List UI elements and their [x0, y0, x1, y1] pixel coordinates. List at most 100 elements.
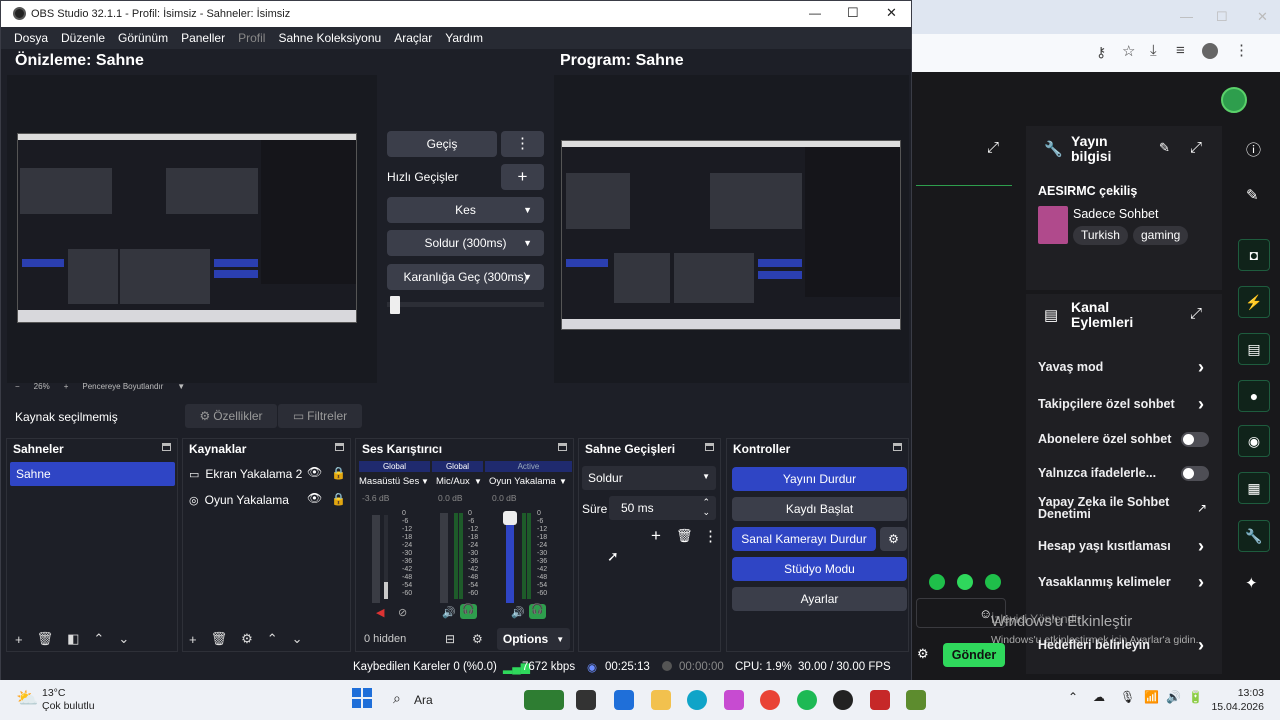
maximize-button[interactable]: ☐ — [847, 5, 859, 21]
close-button[interactable]: ✕ — [886, 5, 897, 21]
password-key-icon[interactable]: ⚷ — [1096, 44, 1106, 61]
move-down-icon[interactable]: ⌄ — [292, 631, 303, 647]
taskbar-search[interactable]: Ara — [414, 693, 433, 707]
info-icon[interactable]: ⓘ — [1246, 139, 1261, 160]
action-set-goals[interactable]: Hedefleri belirleyin — [1038, 638, 1208, 652]
chat-button[interactable]: ● — [1238, 380, 1270, 412]
dock-popout-icon[interactable] — [893, 443, 902, 451]
remove-scene-icon[interactable]: 🗑 — [37, 631, 54, 647]
move-up-icon[interactable]: ⌃ — [267, 631, 278, 647]
dock-popout-icon[interactable] — [162, 443, 171, 451]
menu-help[interactable]: Yardım — [445, 31, 483, 45]
spinner-arrows-icon[interactable]: ⌃ ⌄ — [702, 497, 710, 517]
fit-to-window-label[interactable]: Pencereye Boyutlandır — [82, 382, 163, 391]
chat-settings-gear-icon[interactable]: ⚙ — [917, 646, 929, 662]
speaker-icon[interactable]: 🔊 — [511, 606, 525, 619]
dock-popout-icon[interactable] — [705, 443, 714, 451]
scene-item[interactable]: Sahne — [10, 462, 175, 486]
clip-button[interactable]: ◘ — [1238, 239, 1270, 271]
battery-icon[interactable]: 🔋 — [1188, 690, 1203, 704]
widgets-app-icon[interactable] — [524, 690, 564, 710]
chevron-right-icon[interactable]: › — [1198, 357, 1204, 378]
browser-menu-icon[interactable]: ⋮ — [1234, 41, 1249, 59]
quick-transition-fade-to-black[interactable]: Karanlığa Geç (300ms) ▼ — [387, 264, 544, 290]
dock-popout-icon[interactable] — [558, 443, 567, 451]
tag-chip[interactable]: gaming — [1133, 226, 1189, 245]
quick-transition-fade[interactable]: Soldur (300ms) ▼ — [387, 230, 544, 256]
browser-maximize-icon[interactable]: ☐ — [1216, 9, 1228, 25]
minimize-button[interactable]: — — [809, 6, 821, 20]
lock-icon[interactable]: 🔒 — [331, 466, 346, 480]
monitor-off-icon[interactable]: ⊘ — [398, 606, 407, 619]
broadcast-button[interactable]: ◉ — [1238, 425, 1270, 457]
menu-file[interactable]: Dosya — [14, 31, 48, 45]
scene-filters-icon[interactable]: ◧ — [67, 631, 79, 647]
channel-name[interactable]: Mic/Aux — [436, 476, 470, 487]
windows-start-icon[interactable] — [352, 688, 372, 708]
notes-button[interactable]: ▤ — [1238, 333, 1270, 365]
copilot-icon[interactable] — [724, 690, 744, 710]
action-slow-mode[interactable]: Yavaş mod — [1038, 360, 1208, 374]
edge-browser-icon[interactable] — [687, 690, 707, 710]
subs-only-toggle[interactable] — [1181, 432, 1209, 447]
task-view-icon[interactable] — [576, 690, 596, 710]
tag-chip[interactable]: Turkish — [1073, 226, 1128, 245]
remove-source-icon[interactable]: 🗑 — [211, 631, 228, 647]
menu-view[interactable]: Görünüm — [118, 31, 168, 45]
emote-icon[interactable] — [929, 574, 945, 590]
zoom-in-button[interactable]: + — [64, 382, 69, 391]
send-chat-button[interactable]: Gönder — [943, 643, 1005, 667]
action-followers-only[interactable]: Takipçilere özel sohbet — [1038, 397, 1208, 411]
hidden-count[interactable]: 0 hidden — [364, 633, 406, 645]
layout-button[interactable]: ▦ — [1238, 472, 1270, 504]
add-transition-icon[interactable]: + — [651, 526, 661, 546]
tray-chevron-icon[interactable]: ⌃ — [1068, 690, 1078, 704]
transition-slider[interactable] — [387, 302, 544, 307]
fader-handle[interactable] — [503, 511, 517, 525]
volume-fader[interactable] — [372, 515, 380, 603]
source-properties-gear-icon[interactable]: ⚙ — [241, 631, 253, 647]
minecraft-app-icon[interactable] — [906, 690, 926, 710]
remove-transition-icon[interactable]: 🗑 — [676, 528, 693, 544]
menu-scene-collection[interactable]: Sahne Koleksiyonu — [278, 31, 381, 45]
visibility-eye-icon[interactable]: 👁 — [307, 491, 322, 505]
menu-profile[interactable]: Profil — [238, 31, 265, 45]
emote-icon[interactable] — [985, 574, 1001, 590]
volume-fader[interactable] — [440, 513, 448, 603]
bookmark-star-icon[interactable]: ☆ — [1122, 42, 1135, 60]
transition-slider-handle[interactable] — [389, 296, 400, 314]
edit-pencil-icon[interactable]: ✎ — [1246, 186, 1259, 204]
studio-mode-button[interactable]: Stüdyo Modu — [732, 557, 907, 581]
chevron-down-icon[interactable]: ▼ — [421, 477, 429, 486]
category-name[interactable]: Sadece Sohbet — [1073, 207, 1159, 221]
chevron-right-icon[interactable]: › — [1198, 572, 1204, 593]
move-up-icon[interactable]: ⌃ — [93, 631, 104, 647]
search-icon[interactable]: ⌕ — [393, 690, 401, 707]
edit-pencil-icon[interactable]: ✎ — [1159, 140, 1170, 156]
transition-menu-icon[interactable]: ⋮ — [703, 527, 718, 545]
pdf-app-icon[interactable] — [870, 690, 890, 710]
download-icon[interactable]: ⤓ — [1150, 42, 1157, 59]
transition-select[interactable]: Soldur ▼ — [582, 466, 716, 490]
action-banned-words[interactable]: Yasaklanmış kelimeler — [1038, 575, 1208, 589]
muted-speaker-icon[interactable]: ◀ — [376, 606, 384, 619]
headphones-icon[interactable]: 🎧 — [460, 604, 477, 619]
menu-docks[interactable]: Paneller — [181, 31, 225, 45]
external-link-icon[interactable]: ↗ — [1197, 501, 1207, 515]
settings-button[interactable]: Ayarlar — [732, 587, 907, 611]
options-dropdown[interactable]: Options ▼ — [497, 628, 570, 650]
channel-actions-popout-icon[interactable]: ⤢ — [1190, 305, 1202, 322]
quick-transition-cut[interactable]: Kes ▼ — [387, 197, 544, 223]
chevron-down-icon[interactable]: ▼ — [559, 477, 567, 486]
source-item[interactable]: ▭ Ekran Yakalama 2 👁 🔒 — [189, 465, 349, 481]
duration-input[interactable]: 50 ms ⌃ ⌄ — [609, 496, 716, 520]
file-explorer-icon[interactable] — [651, 690, 671, 710]
transition-button[interactable]: Geçiş — [387, 131, 497, 157]
wifi-icon[interactable]: 📶 — [1144, 690, 1159, 704]
stop-streaming-button[interactable]: Yayını Durdur — [732, 467, 907, 491]
action-ai-moderation[interactable]: Yapay Zeka ile Sohbet Denetimi — [1038, 496, 1178, 521]
menu-edit[interactable]: Düzenle — [61, 31, 105, 45]
menu-tools[interactable]: Araçlar — [394, 31, 432, 45]
filters-button[interactable]: ▭ Filtreler — [278, 404, 362, 428]
visibility-eye-icon[interactable]: 👁 — [307, 465, 322, 479]
